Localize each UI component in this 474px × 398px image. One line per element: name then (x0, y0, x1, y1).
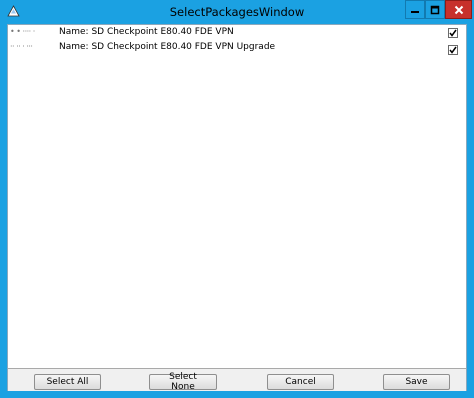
checkmark-icon (449, 29, 457, 37)
package-list[interactable]: • • ···· · Name: SD Checkpoint E80.40 FD… (8, 25, 466, 369)
window-client-area: • • ···· · Name: SD Checkpoint E80.40 FD… (7, 24, 467, 392)
package-checkbox[interactable] (448, 45, 458, 55)
cancel-button[interactable]: Cancel (267, 374, 334, 390)
maximize-icon (430, 5, 440, 14)
select-none-button[interactable]: Select None (149, 372, 217, 392)
window-title: SelectPackagesWindow (169, 5, 305, 19)
package-id: • • ···· · (10, 27, 35, 36)
minimize-button[interactable] (405, 0, 425, 19)
select-packages-window: SelectPackagesWindow • • ···· · Name: SD… (0, 0, 474, 398)
save-button[interactable]: Save (383, 374, 450, 390)
list-item[interactable]: ·· ·· · ··· Name: SD Checkpoint E80.40 F… (8, 41, 466, 59)
title-bar[interactable]: SelectPackagesWindow (0, 0, 474, 24)
close-icon (454, 5, 463, 14)
minimize-icon (411, 10, 419, 13)
package-checkbox[interactable] (448, 28, 458, 38)
maximize-button[interactable] (425, 0, 445, 19)
close-button[interactable] (445, 0, 472, 19)
button-bar: Select All Select None Cancel Save (8, 369, 466, 392)
select-all-button[interactable]: Select All (34, 374, 101, 390)
package-name: Name: SD Checkpoint E80.40 FDE VPN (59, 27, 234, 37)
package-name: Name: SD Checkpoint E80.40 FDE VPN Upgra… (59, 42, 276, 52)
checkmark-icon (449, 46, 457, 54)
package-id: ·· ·· · ··· (10, 42, 33, 51)
